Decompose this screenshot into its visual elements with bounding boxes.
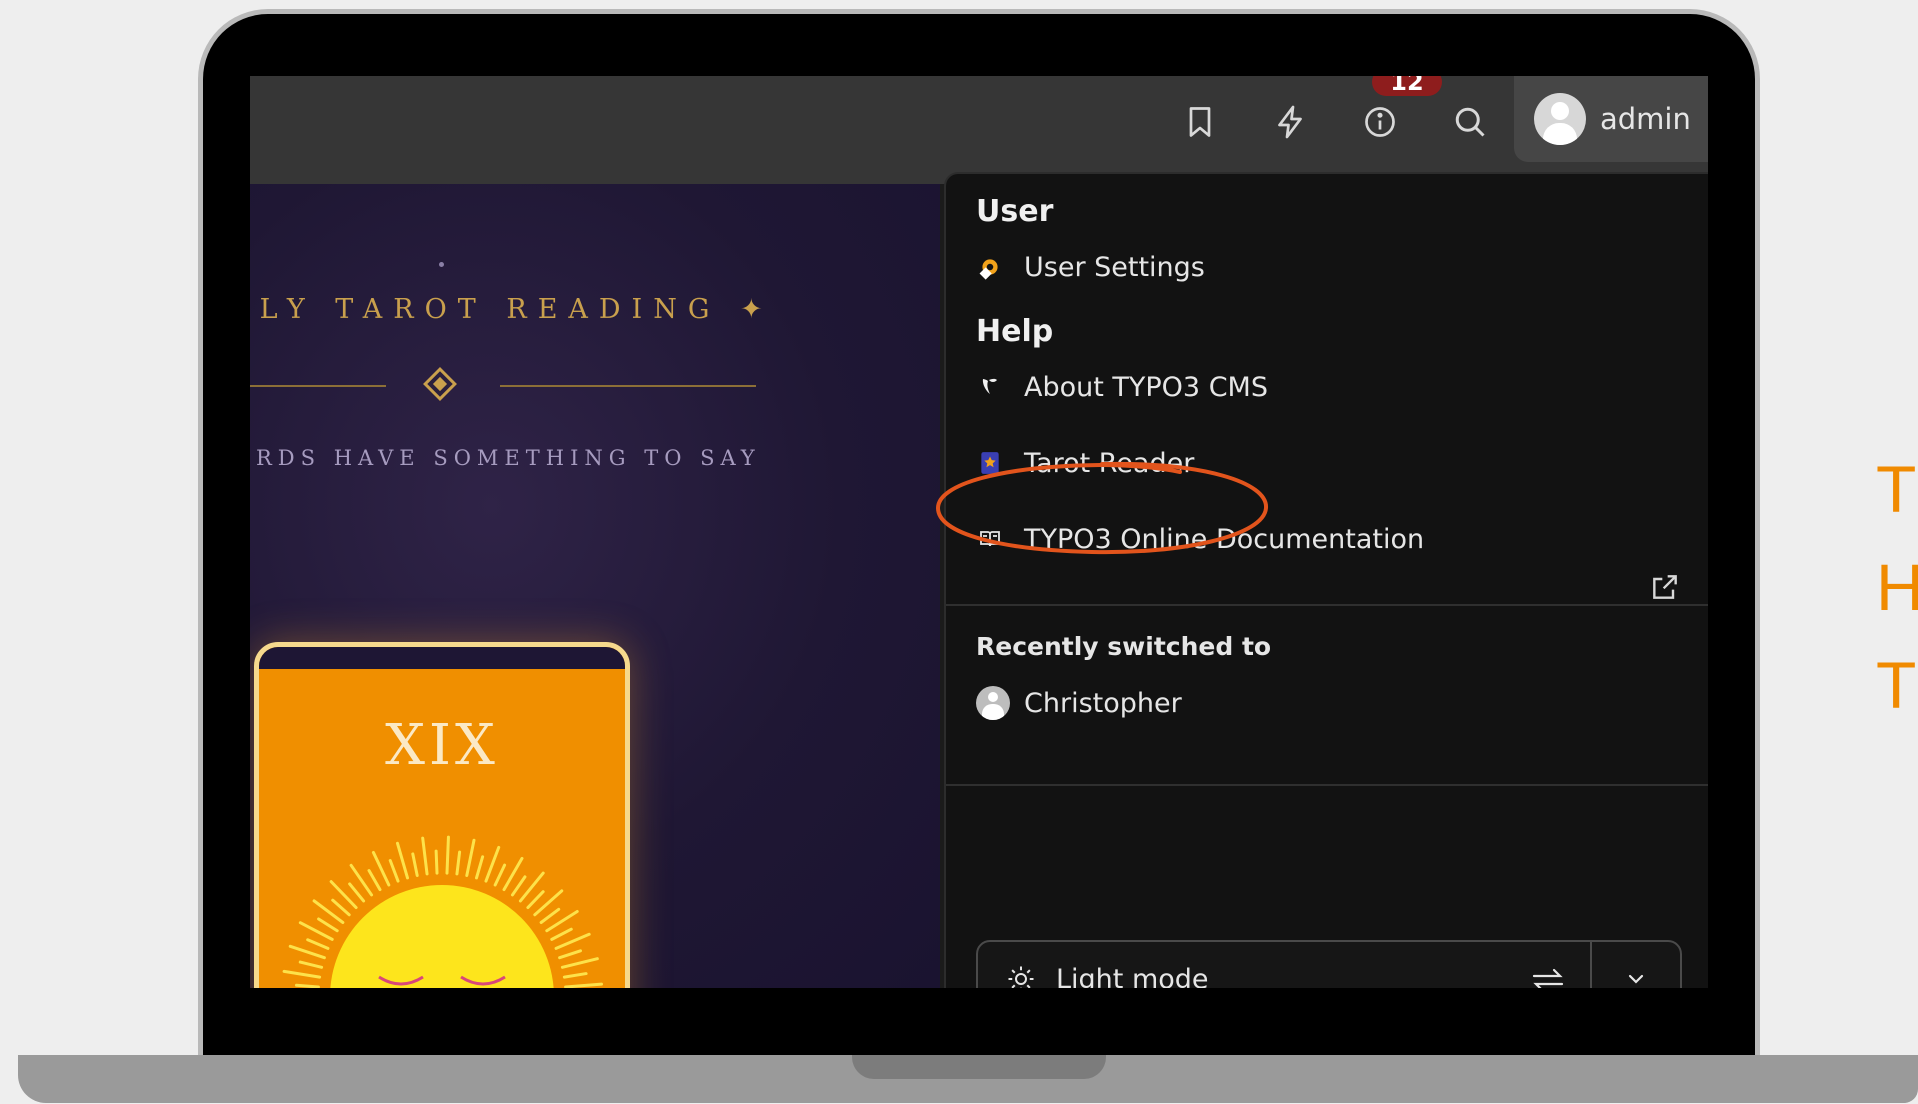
- sun-ray: [562, 972, 588, 979]
- sun-ray: [493, 863, 507, 887]
- sun-ray: [306, 938, 330, 950]
- notification-badge: 12: [1372, 76, 1442, 96]
- swap-icon: [1532, 968, 1564, 988]
- menu-divider: [946, 784, 1708, 786]
- about-typo3-label: About TYPO3 CMS: [1024, 371, 1268, 403]
- sun-icon: [1008, 966, 1034, 988]
- sun-ray: [510, 875, 527, 897]
- color-mode-switcher: Light mode: [976, 940, 1682, 988]
- sun-ray: [558, 949, 582, 960]
- user-name: admin: [1600, 102, 1691, 136]
- sun-ray: [411, 852, 419, 878]
- sun-ray: [554, 932, 591, 950]
- sun-ray: [388, 858, 400, 883]
- divider-line-left: [250, 385, 386, 387]
- diamond-icon: [423, 367, 457, 401]
- color-mode-dropdown-button[interactable]: [1592, 942, 1680, 988]
- external-link-icon: [1653, 575, 1677, 599]
- search-icon[interactable]: [1444, 96, 1496, 148]
- flash-icon[interactable]: [1264, 96, 1316, 148]
- tarot-title: ILY TAROT READING ✦: [250, 294, 774, 325]
- sun-ray: [331, 898, 351, 917]
- user-settings-label: User Settings: [1024, 251, 1205, 283]
- color-mode-label: Light mode: [1056, 963, 1209, 989]
- sun-ray: [526, 890, 545, 910]
- user-menu-button[interactable]: admin: [1514, 76, 1708, 162]
- sun-illustration: [282, 835, 603, 988]
- sun-ray: [288, 944, 326, 960]
- chevron-down-icon: [1629, 974, 1644, 984]
- color-mode-toggle-button[interactable]: Light mode: [978, 942, 1590, 988]
- user-settings-icon: [976, 253, 1004, 281]
- tarot-card[interactable]: XIX: [254, 642, 630, 988]
- sun-ray: [317, 917, 339, 933]
- sun-ray: [282, 969, 322, 979]
- user-dropdown-menu: User User Settings Help About TYPO3 CMS …: [944, 172, 1708, 988]
- side-text-line-3: T: [1876, 648, 1917, 722]
- sun-ray: [550, 927, 573, 941]
- sun-ray: [465, 838, 476, 878]
- tarot-subtitle: RDS HAVE SOMETHING TO SAY: [256, 446, 761, 470]
- sun-ray: [560, 957, 599, 969]
- laptop-notch: [852, 1055, 1106, 1079]
- tarot-page-content: ILY TAROT READING ✦ RDS HAVE SOMETHING T…: [250, 184, 940, 988]
- sun-ray: [445, 835, 450, 875]
- side-text-line-1: T: [1876, 452, 1917, 526]
- top-toolbar: 12 admin: [250, 76, 1708, 184]
- user-avatar-icon: [976, 686, 1010, 720]
- bookmark-icon[interactable]: [1174, 96, 1226, 148]
- recent-user-label: Christopher: [1024, 687, 1182, 719]
- side-text-line-2: H: [1876, 550, 1918, 624]
- sun-ray: [474, 855, 485, 880]
- avatar: [1534, 93, 1586, 145]
- sun-ray: [455, 850, 462, 876]
- menu-item-switch-user-christopher[interactable]: Christopher: [976, 680, 1182, 726]
- sun-ray: [395, 841, 410, 880]
- highlight-circle: [935, 461, 1269, 555]
- card-top-band: [259, 647, 625, 669]
- help-heading: Help: [976, 314, 1054, 349]
- sun-ray: [539, 907, 561, 925]
- recently-switched-heading: Recently switched to: [976, 632, 1272, 661]
- sun-ray: [367, 869, 382, 892]
- sun-ray: [294, 983, 320, 988]
- card-numeral: XIX: [385, 713, 499, 778]
- sun-ray: [421, 836, 429, 876]
- menu-item-user-settings[interactable]: User Settings: [976, 244, 1205, 290]
- user-heading: User: [976, 194, 1054, 229]
- info-icon[interactable]: [1354, 96, 1406, 148]
- sun-ray: [484, 845, 501, 883]
- typo3-logo-icon: [976, 373, 1004, 401]
- sun-ray: [298, 960, 324, 969]
- sun-ray: [348, 882, 366, 903]
- menu-divider: [946, 604, 1708, 606]
- decorative-dot: [439, 262, 444, 267]
- sun-ray: [564, 982, 603, 988]
- menu-item-about-typo3[interactable]: About TYPO3 CMS: [976, 364, 1268, 410]
- divider-line-right: [500, 385, 756, 387]
- sun-ray: [434, 849, 439, 875]
